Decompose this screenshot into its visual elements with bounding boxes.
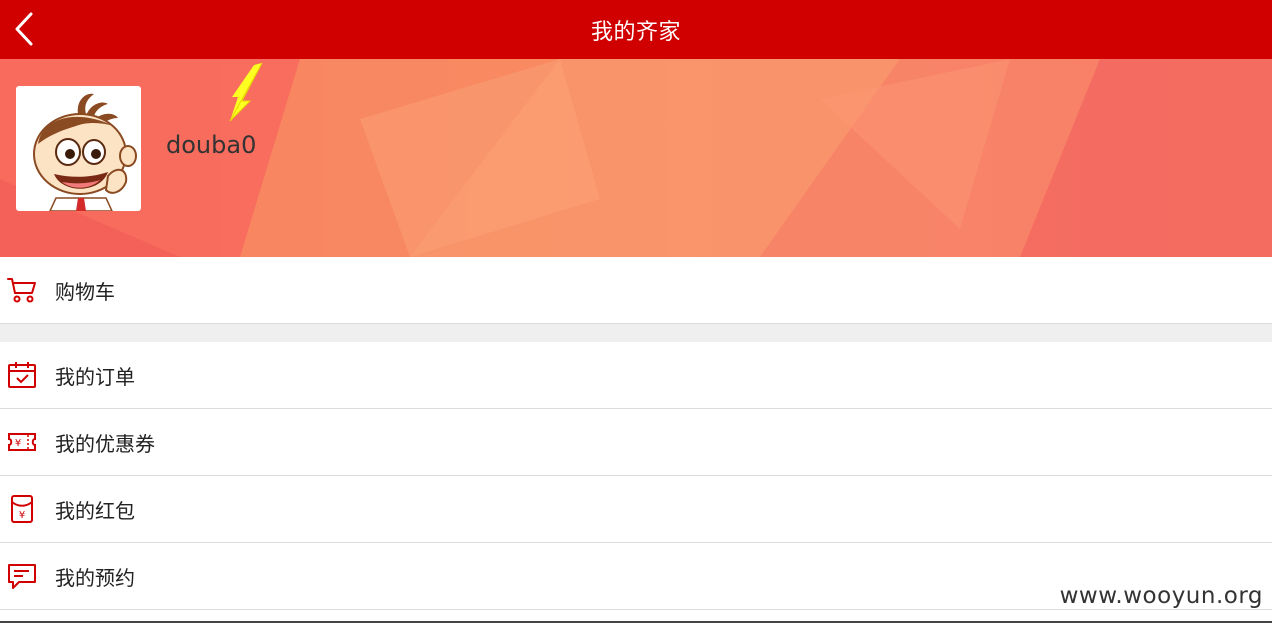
menu-item-label: 我的预约 (55, 565, 135, 590)
svg-text:¥: ¥ (19, 510, 25, 521)
menu-item-red-envelope[interactable]: ¥ 我的红包 (0, 476, 1272, 543)
message-icon (7, 561, 37, 591)
cartoon-avatar-icon (33, 93, 137, 211)
section-divider (0, 324, 1272, 342)
avatar[interactable] (16, 86, 141, 211)
chevron-left-icon[interactable] (12, 9, 36, 49)
menu-item-coupons[interactable]: ¥ 我的优惠券 (0, 409, 1272, 476)
menu-item-label: 购物车 (55, 279, 115, 304)
menu-item-label: 我的订单 (55, 364, 135, 389)
cart-icon (7, 275, 37, 305)
top-nav-bar: 我的齐家 (0, 0, 1272, 59)
menu-item-label: 我的优惠券 (55, 431, 155, 456)
annotation-arrow-icon (229, 63, 263, 122)
profile-header: douba0 (0, 59, 1272, 257)
menu-item-cart[interactable]: 购物车 (0, 257, 1272, 324)
menu-item-orders[interactable]: 我的订单 (0, 342, 1272, 409)
coupon-icon: ¥ (7, 427, 37, 457)
menu-item-label: 我的红包 (55, 498, 135, 523)
svg-text:¥: ¥ (15, 438, 21, 449)
red-envelope-icon: ¥ (7, 494, 37, 524)
username: douba0 (166, 131, 257, 159)
calendar-check-icon (7, 360, 37, 390)
page-title: 我的齐家 (590, 19, 681, 45)
watermark: www.wooyun.org (1059, 583, 1263, 609)
